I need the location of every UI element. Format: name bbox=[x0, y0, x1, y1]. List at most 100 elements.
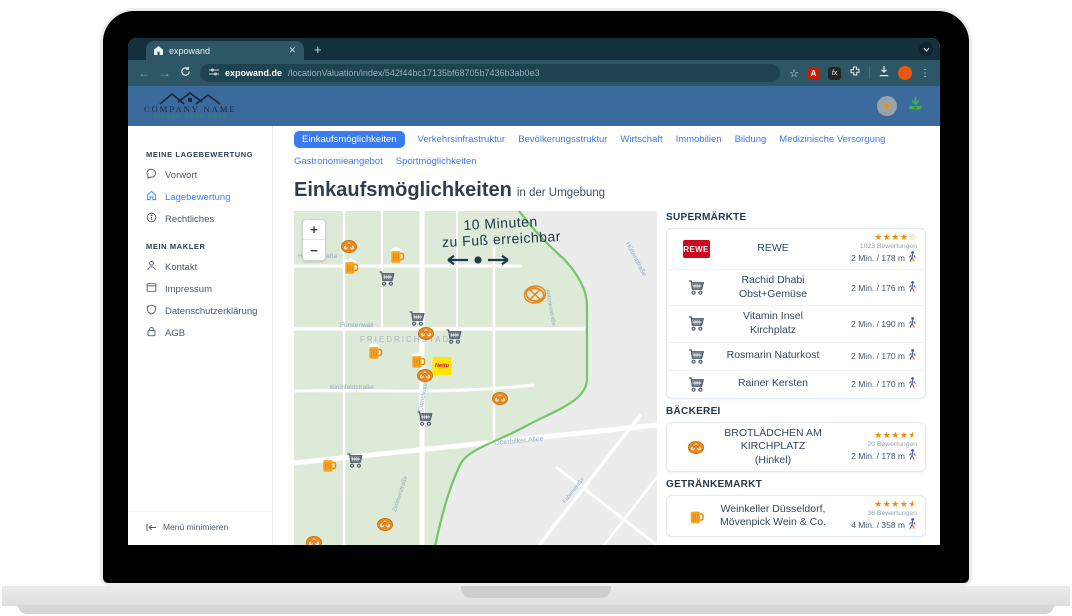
sidebar: MEINE LAGEBEWERTUNG VorwortLagebewertung… bbox=[128, 126, 273, 545]
panel-section-title: BÄCKEREI bbox=[666, 406, 926, 417]
map-marker-cart[interactable] bbox=[379, 271, 396, 291]
tab-gastronomieangebot[interactable]: Gastronomieangebot bbox=[294, 153, 383, 170]
content-area: MEINE LAGEBEWERTUNG VorwortLagebewertung… bbox=[128, 126, 940, 545]
tab-verkehrsinfrastruktur[interactable]: Verkehrsinfrastruktur bbox=[418, 131, 506, 148]
map-marker-netto-logo[interactable]: Netto bbox=[433, 357, 452, 375]
tab-bildung[interactable]: Bildung bbox=[735, 131, 767, 148]
downloads-icon[interactable] bbox=[878, 64, 890, 82]
panel-card: BROTLÄDCHEN AM KIRCHPLATZ (Hinkel)★★★★★2… bbox=[666, 422, 926, 473]
map-marker-pretzel[interactable] bbox=[377, 518, 393, 536]
tab-medizinische-versorgung[interactable]: Medizinische Versorgung bbox=[779, 131, 885, 148]
browser-menu-icon[interactable]: ⋮ bbox=[920, 68, 930, 79]
reload-icon[interactable] bbox=[180, 66, 191, 80]
review-count: 20 Bewertungen bbox=[867, 441, 917, 448]
main-content: Einkaufsmöglichkeiten Verkehrsinfrastrukt… bbox=[273, 126, 940, 545]
tab-bev-lkerungsstruktur[interactable]: Bevölkerungsstruktur bbox=[518, 131, 607, 148]
results-panel: SUPERMÄRKTEREWEREWE★★★★☆1023 Bewertungen… bbox=[666, 211, 926, 545]
walking-icon bbox=[908, 251, 917, 265]
map-marker-beer[interactable] bbox=[322, 457, 337, 478]
walking-icon bbox=[908, 349, 917, 363]
map-marker-beer[interactable] bbox=[368, 344, 383, 365]
map-marker-pretzel[interactable] bbox=[418, 327, 434, 345]
walking-icon bbox=[908, 317, 917, 331]
toolbar-actions: ☆ A fx ⋮ bbox=[789, 64, 930, 82]
panel-section: DROGERIEMARKTdm-drogerie markt5 Min. / 4… bbox=[666, 544, 926, 545]
shield-icon bbox=[146, 304, 157, 318]
sidebar-item-agb[interactable]: AGB bbox=[128, 322, 272, 344]
map-marker-cart[interactable] bbox=[417, 411, 434, 431]
map-marker-pretzel[interactable] bbox=[306, 536, 322, 545]
panel-card: Weinkeller Düsseldorf, Mövenpick Wein & … bbox=[666, 495, 926, 537]
forward-icon[interactable]: → bbox=[159, 66, 171, 80]
distance-text: 2 Min. / 170 m bbox=[851, 379, 905, 389]
user-avatar[interactable] bbox=[877, 96, 897, 116]
acrobat-extension-icon[interactable]: A bbox=[807, 67, 820, 80]
poi-row[interactable]: REWEREWE★★★★☆1023 Bewertungen2 Min. / 17… bbox=[667, 229, 925, 269]
map-marker-beer[interactable] bbox=[344, 259, 359, 280]
zoom-out-button[interactable]: − bbox=[303, 240, 325, 260]
sidebar-item-datenschutzerkl-rung[interactable]: Datenschutzerklärung bbox=[128, 300, 272, 322]
browser-tab[interactable]: expowand ✕ bbox=[146, 41, 304, 60]
map-marker-pretzel[interactable] bbox=[417, 369, 433, 387]
map[interactable]: + − 10 Minuten zu Fuß erreichbar bbox=[294, 211, 657, 545]
map-marker-cart[interactable] bbox=[446, 329, 463, 349]
sidebar-item-label: Impressum bbox=[165, 284, 212, 295]
sidebar-item-kontakt[interactable]: Kontakt bbox=[128, 256, 272, 278]
sidebar-item-label: Datenschutzerklärung bbox=[165, 306, 257, 317]
speech-bubble-icon bbox=[146, 168, 157, 182]
poi-row[interactable]: Vitamin Insel Kirchplatz 2 Min. / 190 m bbox=[667, 305, 925, 341]
site-settings-icon[interactable] bbox=[209, 64, 219, 82]
beer-icon bbox=[675, 508, 717, 524]
map-street-label: Fürstenwall bbox=[340, 322, 373, 329]
map-marker-pretzel[interactable] bbox=[341, 240, 357, 258]
new-tab-button[interactable]: + bbox=[314, 41, 322, 58]
poi-row[interactable]: Rachid Dhabi Obst+Gemüse2 Min. / 176 m bbox=[667, 269, 925, 305]
tab-search-icon[interactable] bbox=[919, 42, 933, 56]
zoom-in-button[interactable]: + bbox=[303, 220, 325, 240]
map-marker-scribble[interactable] bbox=[522, 283, 549, 311]
cart-icon bbox=[675, 280, 717, 295]
sidebar-item-vorwort[interactable]: Vorwort bbox=[128, 164, 272, 186]
extensions-puzzle-icon[interactable] bbox=[849, 64, 861, 82]
company-slogan: Slogan Goes Here bbox=[154, 114, 227, 121]
sidebar-item-rechtliches[interactable]: Rechtliches bbox=[128, 208, 272, 230]
laptop-hinge-notch bbox=[461, 586, 611, 598]
distance-text: 4 Min. / 358 m bbox=[851, 520, 905, 530]
poi-row[interactable]: Rainer Kersten2 Min. / 170 m bbox=[667, 370, 925, 398]
profile-avatar[interactable] bbox=[898, 66, 912, 80]
tab-close-icon[interactable]: ✕ bbox=[288, 46, 296, 55]
poi-row[interactable]: BROTLÄDCHEN AM KIRCHPLATZ (Hinkel)★★★★★2… bbox=[667, 423, 925, 472]
sidebar-item-impressum[interactable]: Impressum bbox=[128, 278, 272, 300]
map-marker-pretzel[interactable] bbox=[492, 392, 508, 410]
tab-einkaufsm-glichkeiten[interactable]: Einkaufsmöglichkeiten bbox=[294, 131, 405, 148]
menu-collapse-button[interactable]: Menü minimieren bbox=[128, 511, 272, 545]
distance: 2 Min. / 190 m bbox=[851, 317, 917, 331]
tab-wirtschaft[interactable]: Wirtschaft bbox=[620, 131, 662, 148]
panel-section: BÄCKEREI BROTLÄDCHEN AM KIRCHPLATZ (Hinke… bbox=[666, 406, 926, 473]
address-bar[interactable]: expowand.de/locationValuation/index/542f… bbox=[200, 64, 780, 82]
rating-stars: ★★★★☆ bbox=[874, 233, 917, 242]
annotation-arrows-icon bbox=[446, 253, 510, 272]
poi-name: Vitamin Insel Kirchplatz bbox=[717, 310, 829, 337]
sidebar-item-lagebewertung[interactable]: Lagebewertung bbox=[128, 186, 272, 208]
tab-sportm-glichkeiten[interactable]: Sportmöglichkeiten bbox=[396, 153, 477, 170]
lock-icon bbox=[146, 326, 157, 340]
back-icon[interactable]: ← bbox=[138, 66, 150, 80]
poi-row[interactable]: Weinkeller Düsseldorf, Mövenpick Wein & … bbox=[667, 496, 925, 536]
walking-icon bbox=[908, 518, 917, 532]
walking-icon bbox=[908, 377, 917, 391]
poi-row[interactable]: Rosmarin Naturkost2 Min. / 170 m bbox=[667, 342, 925, 370]
tab-immobilien[interactable]: Immobilien bbox=[676, 131, 722, 148]
map-marker-beer[interactable] bbox=[390, 248, 405, 269]
export-download-icon[interactable] bbox=[907, 96, 924, 116]
app-header: COMPANY NAME Slogan Goes Here bbox=[128, 86, 940, 126]
window-icon bbox=[146, 282, 157, 296]
fx-extension-icon[interactable]: fx bbox=[828, 67, 841, 80]
bookmark-star-icon[interactable]: ☆ bbox=[789, 67, 799, 80]
rooftops-icon bbox=[158, 92, 222, 105]
distance-text: 2 Min. / 170 m bbox=[851, 351, 905, 361]
panel-section: GETRÄNKEMARKT Weinkeller Düsseldorf, Möve… bbox=[666, 479, 926, 537]
map-marker-cart[interactable] bbox=[347, 453, 364, 473]
browser-tab-strip: expowand ✕ + bbox=[128, 38, 940, 60]
panel-section-title: GETRÄNKEMARKT bbox=[666, 479, 926, 490]
